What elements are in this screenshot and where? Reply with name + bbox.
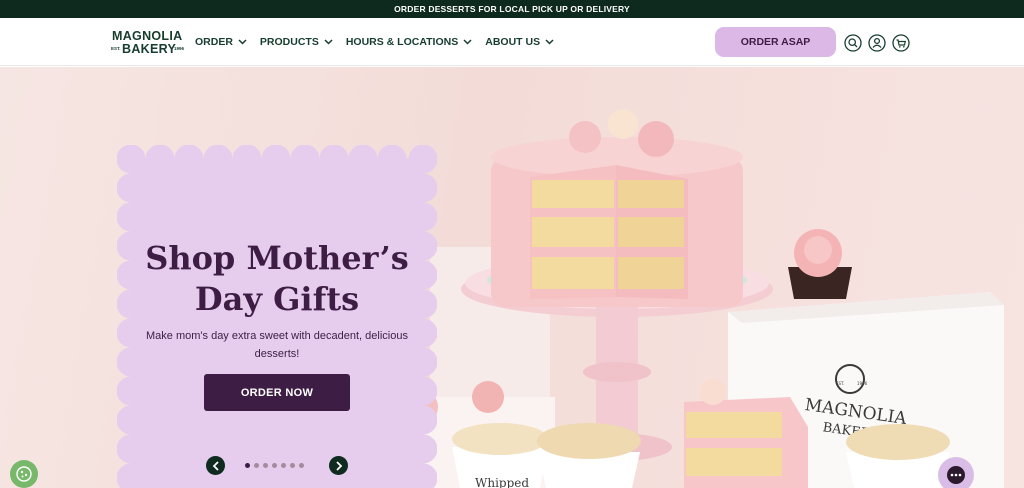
- hero-subtitle-line1: Make mom's day extra sweet with decadent…: [146, 330, 408, 342]
- carousel-dot[interactable]: [299, 463, 304, 468]
- logo-year: 1996: [174, 46, 185, 51]
- chevron-left-icon: [212, 460, 219, 471]
- carousel-prev-button[interactable]: [206, 456, 225, 475]
- hero-banner: MAGNOLIA BAKERY EST. 1996 Whipped Shop M…: [0, 67, 1024, 488]
- hero-title-line1: Shop Mother’s: [145, 239, 409, 277]
- logo-line2: BAKERY: [122, 42, 177, 56]
- carousel-dots: [245, 463, 308, 468]
- hero-title-line2: Day Gifts: [194, 280, 360, 318]
- chevron-down-icon: [238, 39, 247, 45]
- cookie-icon: [16, 466, 32, 482]
- nav-item-label: PRODUCTS: [259, 36, 319, 48]
- hero-card: Shop Mother’s Day Gifts Make mom's day e…: [117, 145, 437, 488]
- carousel-dot[interactable]: [272, 463, 277, 468]
- cookie-settings-button[interactable]: [10, 460, 38, 488]
- carousel-dot[interactable]: [263, 463, 268, 468]
- order-now-label: ORDER NOW: [240, 386, 314, 399]
- box-est: EST.: [836, 381, 844, 386]
- nav-item-about-us[interactable]: ABOUT US: [485, 36, 554, 48]
- carousel-dot[interactable]: [245, 463, 250, 468]
- box-year: 1996: [857, 381, 868, 386]
- chat-button[interactable]: [938, 457, 974, 488]
- carousel-dot[interactable]: [254, 463, 259, 468]
- chevron-down-icon: [463, 39, 472, 45]
- nav-item-order[interactable]: ORDER: [195, 36, 247, 48]
- hero-title: Shop Mother’s Day Gifts: [117, 238, 437, 320]
- announcement-text: ORDER DESSERTS FOR LOCAL PICK UP OR DELI…: [394, 4, 630, 14]
- carousel-next-button[interactable]: [329, 456, 348, 475]
- hero-subtitle: Make mom's day extra sweet with decadent…: [137, 327, 417, 363]
- carousel-dot[interactable]: [290, 463, 295, 468]
- search-icon[interactable]: [844, 34, 862, 52]
- announcement-bar: ORDER DESSERTS FOR LOCAL PICK UP OR DELI…: [0, 0, 1024, 18]
- nav-item-label: ABOUT US: [485, 36, 541, 48]
- chevron-right-icon: [335, 460, 342, 471]
- chevron-down-icon: [324, 39, 333, 45]
- order-asap-label: ORDER ASAP: [740, 36, 811, 48]
- order-now-button[interactable]: ORDER NOW: [204, 374, 350, 411]
- site-header: MAGNOLIA EST. BAKERY 1996 ORDER PRODUCTS…: [0, 18, 1024, 66]
- chat-icon: [947, 466, 965, 484]
- magnolia-bakery-logo[interactable]: MAGNOLIA EST. BAKERY 1996: [111, 29, 185, 56]
- cup-label: Whipped: [475, 476, 529, 488]
- main-nav: ORDER PRODUCTS HOURS & LOCATIONS ABOUT U…: [195, 18, 567, 66]
- chevron-down-icon: [545, 39, 554, 45]
- hero-subtitle-line2: desserts!: [254, 348, 300, 360]
- logo-line1: MAGNOLIA: [112, 29, 183, 43]
- order-asap-button[interactable]: ORDER ASAP: [715, 27, 836, 57]
- logo-est: EST.: [111, 46, 121, 51]
- carousel-dot[interactable]: [281, 463, 286, 468]
- nav-item-hours-locations[interactable]: HOURS & LOCATIONS: [346, 36, 472, 48]
- cart-icon[interactable]: [892, 34, 910, 52]
- nav-item-label: HOURS & LOCATIONS: [345, 36, 459, 48]
- account-icon[interactable]: [868, 34, 886, 52]
- nav-item-label: ORDER: [195, 36, 233, 48]
- nav-item-products[interactable]: PRODUCTS: [260, 36, 333, 48]
